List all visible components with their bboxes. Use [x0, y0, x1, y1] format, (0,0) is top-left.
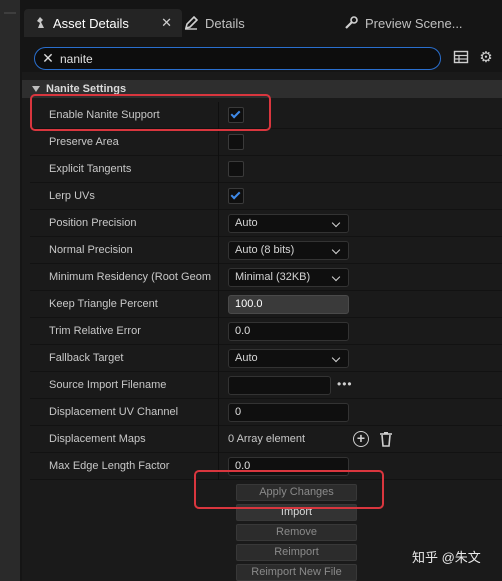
dropdown-value: Auto (8 bits) — [235, 244, 295, 256]
property-label: Max Edge Length Factor — [49, 460, 170, 472]
close-icon[interactable]: ✕ — [161, 15, 172, 31]
tab-asset-details[interactable]: Asset Details ✕ — [24, 9, 182, 37]
displacement-uv-channel-field[interactable]: 0 — [228, 403, 349, 422]
property-label: Minimum Residency (Root Geom — [49, 271, 211, 283]
property-row: Lerp UVs — [30, 183, 502, 210]
wrench-icon — [344, 16, 358, 30]
explicit-tangents-checkbox[interactable] — [228, 161, 244, 177]
left-strip — [0, 0, 22, 581]
property-row: Keep Triangle Percent 100.0 — [30, 291, 502, 318]
chevron-down-icon — [331, 218, 341, 228]
property-row: Normal Precision Auto (8 bits) — [30, 237, 502, 264]
watermark: 知乎 @朱文 — [412, 550, 481, 565]
reimport-button[interactable]: Reimport — [236, 544, 357, 561]
property-label: Displacement UV Channel — [49, 406, 179, 418]
source-import-filename-field[interactable] — [228, 376, 331, 395]
tab-bar: Asset Details ✕ Details Preview Scene... — [22, 0, 502, 44]
add-element-icon[interactable]: + — [353, 431, 369, 447]
highlight-enable-nanite — [30, 94, 271, 131]
keep-triangle-percent-slider[interactable]: 100.0 — [228, 295, 349, 314]
property-label: Position Precision — [49, 217, 137, 229]
property-label: Preserve Area — [49, 136, 119, 148]
property-label: Explicit Tangents — [49, 163, 132, 175]
pencil-icon — [184, 16, 198, 30]
dropdown-value: Auto — [235, 217, 258, 229]
property-row: Explicit Tangents — [30, 156, 502, 183]
highlight-apply-changes — [194, 470, 384, 509]
property-label: Normal Precision — [49, 244, 133, 256]
lerp-uvs-checkbox[interactable] — [228, 188, 244, 204]
collapse-arrow-icon[interactable] — [32, 86, 40, 92]
tab-details[interactable]: Details — [184, 9, 245, 37]
property-row: Fallback Target Auto — [30, 345, 502, 372]
checkmark-icon — [230, 189, 241, 200]
asset-details-icon — [34, 16, 46, 30]
trash-icon[interactable] — [379, 431, 393, 447]
property-row: Preserve Area — [30, 129, 502, 156]
reimport-new-file-button[interactable]: Reimport New File — [236, 564, 357, 581]
fallback-target-dropdown[interactable]: Auto — [228, 349, 349, 368]
remove-button[interactable]: Remove — [236, 524, 357, 541]
browse-ellipsis-icon[interactable]: ••• — [337, 377, 353, 391]
property-row: Source Import Filename ••• — [30, 372, 502, 399]
property-label: Trim Relative Error — [49, 325, 141, 337]
chevron-down-icon — [331, 353, 341, 363]
search-input[interactable] — [60, 51, 420, 66]
left-strip-mark — [4, 12, 16, 14]
table-view-icon[interactable] — [452, 49, 470, 67]
property-label: Source Import Filename — [49, 379, 167, 391]
gear-icon[interactable]: ⚙ — [477, 49, 495, 67]
clear-search-icon[interactable]: ✕ — [38, 50, 58, 67]
chevron-down-icon — [331, 272, 341, 282]
property-label: Displacement Maps — [49, 433, 146, 445]
preserve-area-checkbox[interactable] — [228, 134, 244, 150]
property-label: Keep Triangle Percent — [49, 298, 158, 310]
tab-details-label: Details — [205, 15, 245, 31]
property-label: Fallback Target — [49, 352, 124, 364]
property-row: Displacement UV Channel 0 — [30, 399, 502, 426]
trim-relative-error-field[interactable]: 0.0 — [228, 322, 349, 341]
position-precision-dropdown[interactable]: Auto — [228, 214, 349, 233]
minimum-residency-dropdown[interactable]: Minimal (32KB) — [228, 268, 349, 287]
chevron-down-icon — [331, 245, 341, 255]
search-row: ✕ ⚙ — [22, 44, 502, 72]
property-label: Lerp UVs — [49, 190, 95, 202]
search-box: ✕ — [34, 47, 441, 70]
property-row: Minimum Residency (Root Geom Minimal (32… — [30, 264, 502, 291]
tab-preview-scene[interactable]: Preview Scene... — [344, 9, 463, 37]
normal-precision-dropdown[interactable]: Auto (8 bits) — [228, 241, 349, 260]
dropdown-value: Auto — [235, 352, 258, 364]
property-row: Trim Relative Error 0.0 — [30, 318, 502, 345]
tab-preview-scene-label: Preview Scene... — [365, 15, 463, 31]
tab-asset-details-label: Asset Details — [53, 15, 129, 31]
property-row: Position Precision Auto — [30, 210, 502, 237]
property-row: Displacement Maps 0 Array element + — [30, 426, 502, 453]
dropdown-value: Minimal (32KB) — [235, 271, 311, 283]
array-count: 0 Array element — [228, 433, 306, 445]
